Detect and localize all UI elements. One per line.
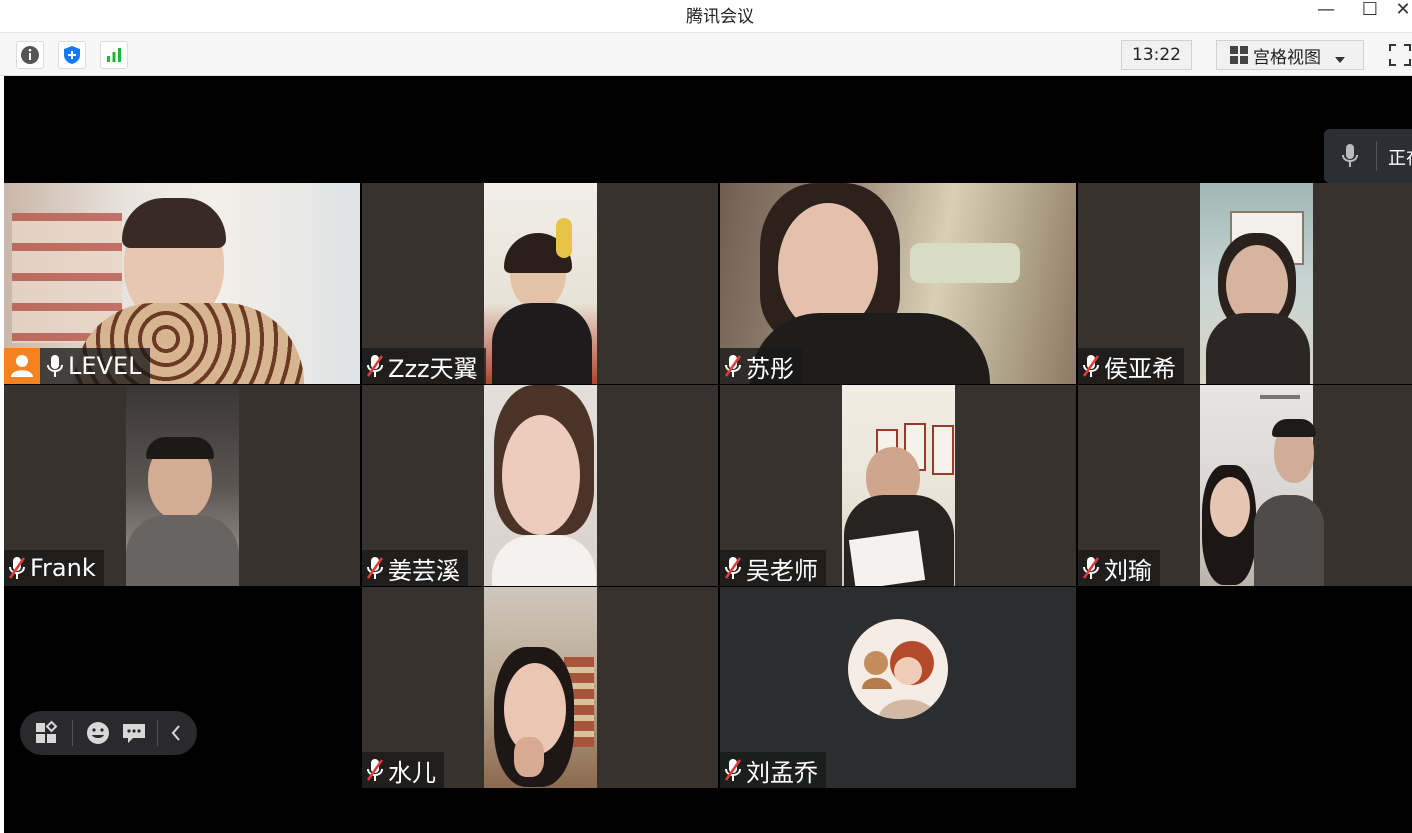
speaking-indicator: 正在 — [1324, 129, 1412, 183]
muted-microphone-icon — [1082, 353, 1100, 379]
muted-microphone-icon — [1082, 555, 1100, 581]
participant-tile-shuier[interactable]: 水儿 — [362, 587, 718, 788]
network-signal-icon[interactable] — [100, 41, 128, 69]
participant-video — [1200, 385, 1324, 586]
participant-video — [1200, 183, 1313, 384]
participant-video — [484, 385, 597, 586]
host-badge-icon — [4, 348, 40, 384]
muted-microphone-icon — [724, 757, 742, 783]
participant-name-tag: LEVEL — [4, 348, 150, 384]
close-button[interactable]: ✕ — [1394, 0, 1412, 24]
maximize-button[interactable]: ☐ — [1350, 0, 1390, 24]
meeting-toolbar: 13:22 宫格视图 — [0, 32, 1412, 76]
participant-name: 侯亚希 — [1104, 354, 1176, 383]
participant-name-tag: 吴老师 — [720, 550, 826, 586]
muted-microphone-icon — [8, 555, 26, 581]
speaking-label: 正在 — [1388, 148, 1412, 169]
security-shield-icon[interactable] — [58, 41, 86, 69]
muted-microphone-icon — [366, 757, 384, 783]
participant-name-tag: 刘孟乔 — [720, 752, 826, 788]
window-title: 腾讯会议 — [686, 7, 754, 27]
participant-name: 苏彤 — [746, 354, 794, 383]
view-mode-label: 宫格视图 — [1253, 47, 1321, 68]
participant-name: 刘孟乔 — [746, 758, 818, 787]
participant-video — [842, 385, 955, 586]
participant-tile-liuyu[interactable]: 刘瑜 — [1078, 385, 1412, 586]
participant-tile-houyaxi[interactable]: 侯亚希 — [1078, 183, 1412, 384]
participant-video — [126, 385, 239, 586]
muted-microphone-icon — [366, 353, 384, 379]
participant-tile-level[interactable]: LEVEL — [4, 183, 360, 384]
participant-tile-zzz[interactable]: Zzz天翼 — [362, 183, 718, 384]
video-grid-stage: 正在 LEVEL Zz — [4, 76, 1412, 833]
participant-video — [484, 587, 597, 788]
minimize-button[interactable]: — — [1306, 0, 1346, 24]
participant-tile-frank[interactable]: Frank — [4, 385, 360, 586]
participant-video — [484, 183, 597, 384]
participant-name: LEVEL — [68, 352, 142, 380]
participant-tile-sutong[interactable]: 苏彤 — [720, 183, 1076, 384]
participant-tile-liumengqiao[interactable]: 刘孟乔 — [720, 587, 1076, 788]
participant-name: 吴老师 — [746, 556, 818, 585]
participant-name: 姜芸溪 — [388, 556, 460, 585]
muted-microphone-icon — [724, 555, 742, 581]
chevron-down-icon — [1335, 50, 1345, 63]
microphone-icon — [1342, 143, 1358, 174]
microphone-icon — [46, 353, 64, 379]
participant-tile-jiangyunxi[interactable]: 姜芸溪 — [362, 385, 718, 586]
participant-name: 水儿 — [388, 758, 436, 787]
layout-icon[interactable] — [34, 720, 60, 746]
participant-name-tag: Frank — [4, 550, 104, 586]
participant-name: 刘瑜 — [1104, 556, 1152, 585]
participant-name-tag: 刘瑜 — [1078, 550, 1160, 586]
avatar-icon — [848, 619, 948, 719]
participant-name: Frank — [30, 554, 96, 582]
chat-icon[interactable] — [121, 720, 147, 746]
participant-name: Zzz天翼 — [388, 354, 478, 383]
fullscreen-icon[interactable] — [1386, 41, 1412, 69]
participant-name-tag: Zzz天翼 — [362, 348, 486, 384]
participant-name-tag: 水儿 — [362, 752, 444, 788]
collapse-left-icon[interactable] — [168, 723, 184, 743]
participant-name-tag: 苏彤 — [720, 348, 802, 384]
grid-view-icon — [1229, 45, 1249, 65]
view-mode-selector[interactable]: 宫格视图 — [1216, 40, 1364, 70]
floating-control-bar — [20, 711, 197, 755]
title-bar: 腾讯会议 — ☐ ✕ — [0, 0, 1412, 32]
emoji-reaction-icon[interactable] — [85, 720, 111, 746]
muted-microphone-icon — [366, 555, 384, 581]
participant-name-tag: 姜芸溪 — [362, 550, 468, 586]
muted-microphone-icon — [724, 353, 742, 379]
participant-name-tag: 侯亚希 — [1078, 348, 1184, 384]
info-icon[interactable] — [16, 41, 44, 69]
participant-tile-wulaoshi[interactable]: 吴老师 — [720, 385, 1076, 586]
meeting-clock: 13:22 — [1121, 40, 1192, 70]
